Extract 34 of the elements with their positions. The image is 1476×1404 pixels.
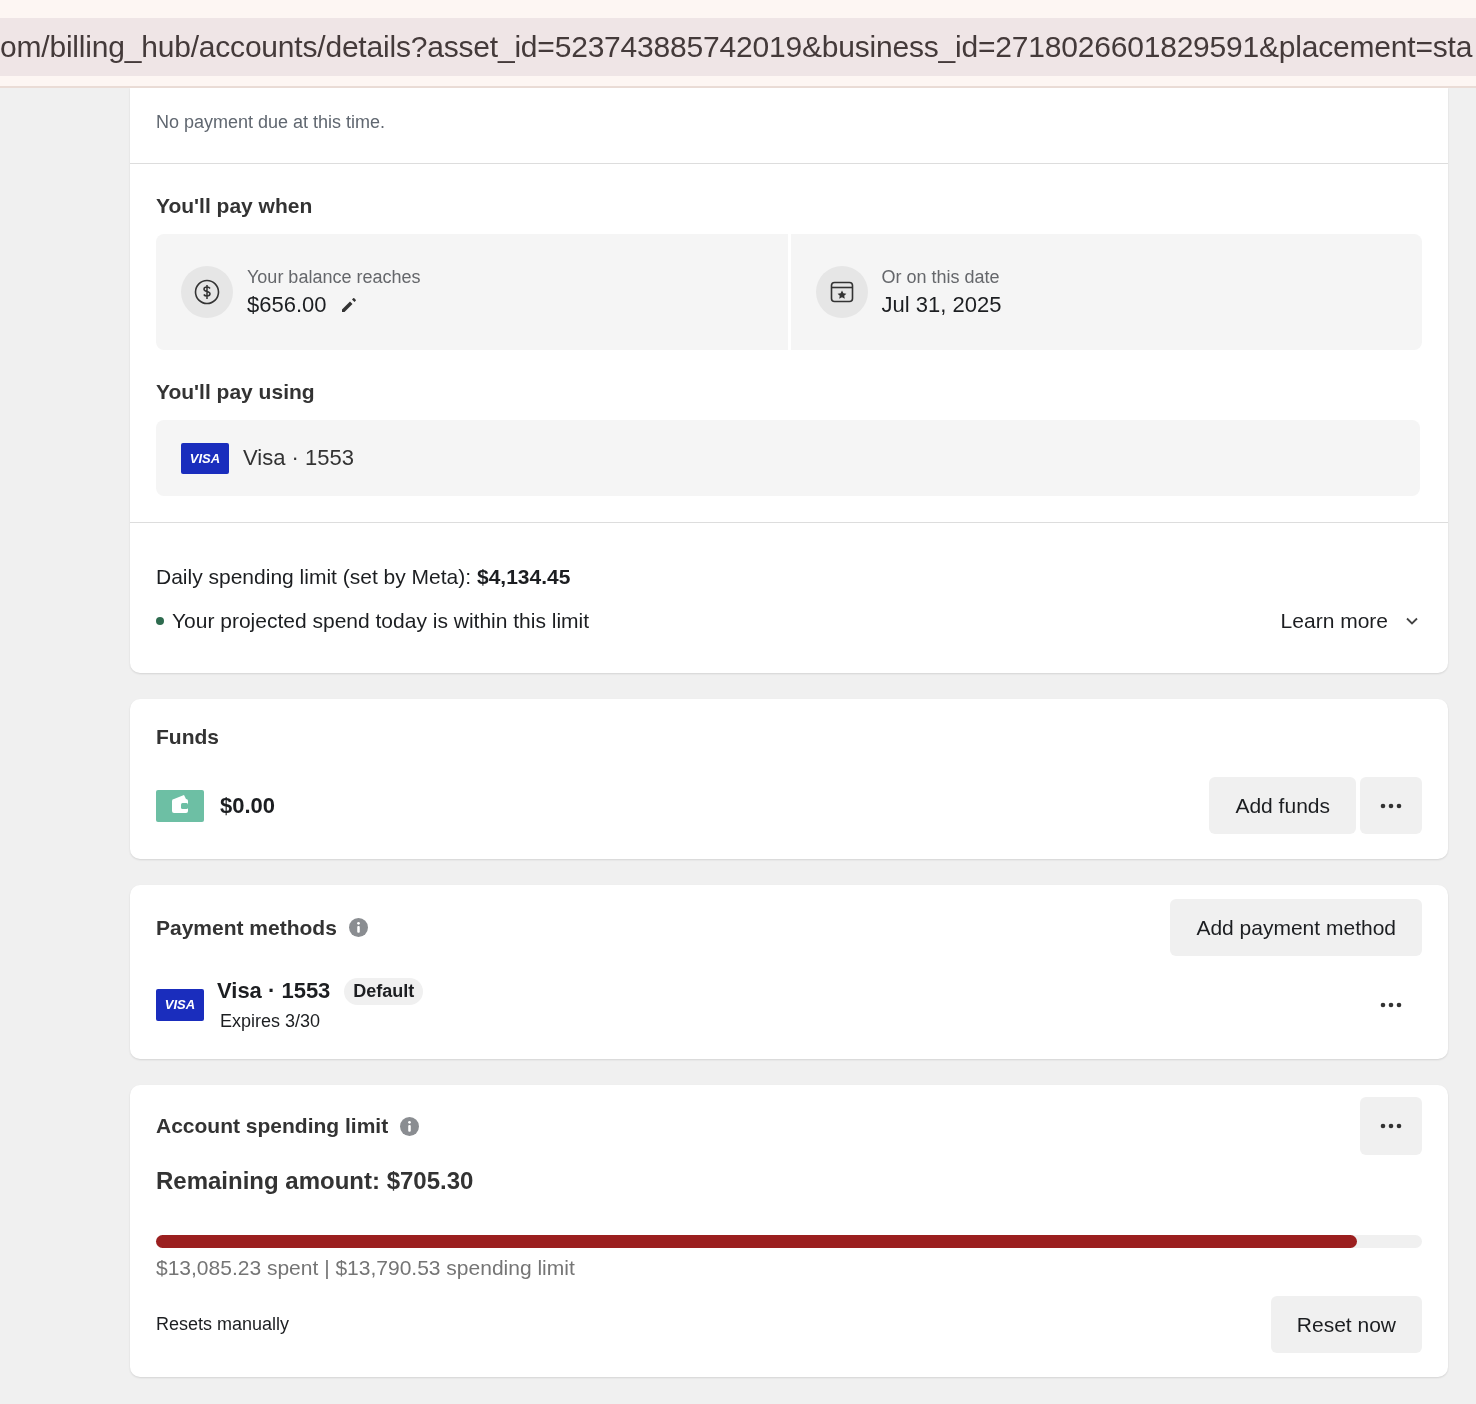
more-icon: [1380, 1123, 1402, 1129]
card-title: Funds: [156, 725, 220, 749]
option-label: Or on this date: [881, 266, 1001, 288]
payment-note: No payment due at this time.: [156, 112, 387, 133]
more-icon: [1380, 1001, 1402, 1008]
option-value: Jul 31, 2025: [881, 291, 1002, 318]
status-text: Your projected spend today is within this limit: [172, 609, 590, 633]
learn-more-link[interactable]: Learn more: [1278, 609, 1422, 633]
wallet-icon: [156, 789, 204, 822]
info-icon[interactable]: [400, 1116, 420, 1136]
card-name: Visa · 1553: [217, 978, 331, 1004]
more-icon: [1380, 802, 1402, 809]
funds-amount: $0.00: [220, 792, 276, 819]
daily-limit-text: Daily spending limit (set by Meta): $4,134.45: [156, 565, 572, 589]
card-expiry: Expires 3/30: [219, 1010, 322, 1032]
add-payment-method-button[interactable]: Add payment method: [1170, 899, 1422, 956]
section-title: You'll pay using: [156, 379, 316, 404]
option-label: Your balance reaches: [247, 266, 421, 288]
reset-note: Resets manually: [156, 1314, 290, 1335]
address-bar[interactable]: om/billing_hub/accounts/details?asset_id=523743885742019&business_id=2718026601829591&placement=sta: [0, 0, 1476, 88]
remaining-amount: Remaining amount: $705.30: [156, 1167, 475, 1195]
option-value: $656.00: [247, 291, 327, 318]
card-brand-logo: VISA: [156, 988, 204, 1021]
card-name: Visa · 1553: [243, 445, 354, 471]
reset-now-button[interactable]: Reset now: [1270, 1296, 1422, 1353]
add-funds-button[interactable]: Add funds: [1209, 777, 1356, 834]
card-brand-logo: VISA: [181, 442, 229, 474]
card-title: Payment methods: [156, 915, 337, 940]
info-icon[interactable]: [348, 918, 368, 937]
dollar-icon: [194, 279, 220, 305]
default-badge: Default: [344, 977, 424, 1005]
card-title: Account spending limit: [156, 1114, 389, 1138]
section-title: You'll pay when: [156, 193, 314, 218]
spend-summary: $13,085.23 spent | $13,790.53 spending limit: [156, 1256, 576, 1280]
